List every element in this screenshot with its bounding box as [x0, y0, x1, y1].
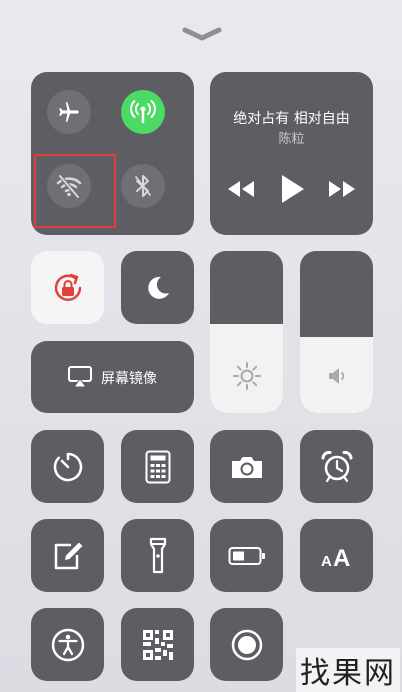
- notes-icon: [54, 542, 82, 569]
- wifi-highlight-box: [34, 154, 116, 228]
- screen-record-icon: [231, 629, 262, 660]
- screen-mirroring-icon: [67, 365, 93, 389]
- svg-text:A: A: [321, 553, 332, 570]
- text-size-icon: A A: [321, 545, 350, 570]
- flashlight-button[interactable]: [121, 519, 194, 592]
- play-button[interactable]: [278, 173, 306, 205]
- fast-forward-button[interactable]: [326, 178, 358, 200]
- svg-text:A: A: [333, 545, 350, 570]
- music-panel: 绝对占有 相对自由 陈粒: [210, 72, 373, 235]
- airplane-icon: [59, 102, 79, 122]
- airplane-mode-button[interactable]: [47, 90, 91, 134]
- accessibility-icon: [51, 628, 84, 661]
- screen-mirroring-label: 屏幕镜像: [101, 371, 157, 387]
- qr-code-icon: [142, 629, 173, 660]
- song-artist: 陈粒: [278, 132, 305, 147]
- watermark-text: 找果网: [296, 648, 400, 692]
- rotation-lock-icon: [54, 273, 81, 301]
- brightness-icon: [232, 361, 262, 391]
- do-not-disturb-button[interactable]: [121, 251, 194, 324]
- volume-icon: [326, 365, 348, 387]
- rewind-icon: [228, 181, 254, 197]
- notes-button[interactable]: [31, 519, 104, 592]
- low-power-button[interactable]: [210, 519, 283, 592]
- screen-record-button[interactable]: [210, 608, 283, 681]
- song-title: 绝对占有 相对自由: [233, 111, 350, 127]
- accessibility-button[interactable]: [31, 608, 104, 681]
- brightness-slider[interactable]: [210, 251, 283, 413]
- chevron-down-icon[interactable]: [182, 26, 222, 42]
- calculator-icon: [145, 450, 170, 483]
- camera-icon: [231, 456, 262, 478]
- text-size-button[interactable]: A A: [300, 519, 373, 592]
- cellular-data-button[interactable]: [121, 90, 165, 134]
- fast-forward-icon: [329, 181, 355, 197]
- calculator-button[interactable]: [121, 430, 194, 503]
- bluetooth-icon: [135, 175, 151, 197]
- bluetooth-button[interactable]: [121, 164, 165, 208]
- volume-slider[interactable]: [300, 251, 373, 413]
- rewind-button[interactable]: [225, 178, 257, 200]
- rotation-lock-button[interactable]: [31, 251, 104, 324]
- moon-icon: [147, 276, 169, 299]
- camera-button[interactable]: [210, 430, 283, 503]
- timer-icon: [53, 452, 82, 481]
- alarm-icon: [321, 450, 352, 482]
- qr-code-scanner-button[interactable]: [121, 608, 194, 681]
- play-icon: [282, 175, 304, 203]
- alarm-button[interactable]: [300, 430, 373, 503]
- timer-button[interactable]: [31, 430, 104, 503]
- cellular-icon: [130, 100, 156, 124]
- screen-mirroring-button[interactable]: 屏幕镜像: [31, 341, 194, 413]
- battery-icon: [228, 546, 265, 565]
- flashlight-icon: [149, 537, 166, 573]
